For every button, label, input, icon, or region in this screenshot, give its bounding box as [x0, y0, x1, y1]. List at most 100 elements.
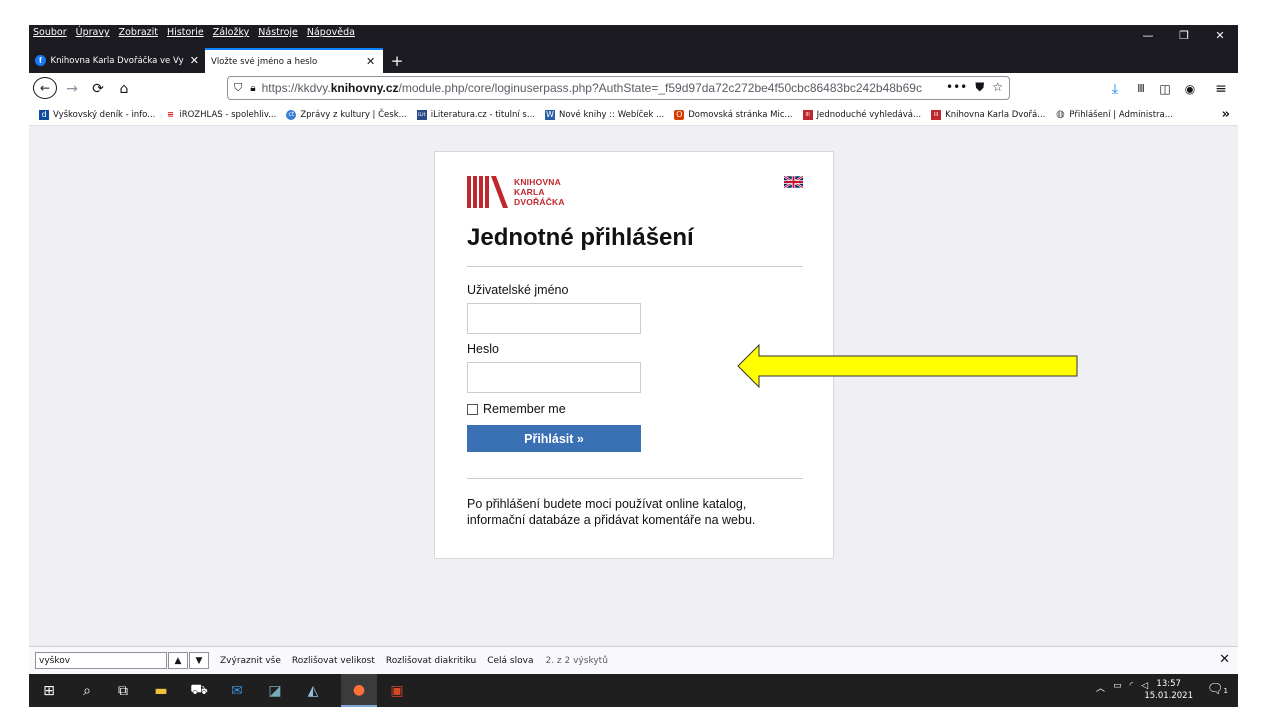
- close-window-button[interactable]: ✕: [1202, 25, 1238, 45]
- menu-zobrazit[interactable]: Zobrazit: [119, 27, 158, 41]
- facebook-icon: f: [35, 55, 46, 66]
- info-text: Po přihlášení budete moci používat onlin…: [467, 497, 756, 527]
- divider: [467, 266, 803, 267]
- irozhlas-icon: ≡: [166, 109, 174, 119]
- knihovna-icon: lll: [802, 109, 813, 120]
- menu-napoveda[interactable]: Nápověda: [307, 27, 355, 41]
- taskbar: ⊞ ⌕ ⧉ ▬ ⛟ ✉ ◪ ◭ ● ▣ ︿ ▭ ◜ ◁ 13:57 15.01.…: [29, 674, 1238, 707]
- pocket-icon[interactable]: ⛊: [975, 80, 984, 95]
- login-button[interactable]: Přihlásit »: [467, 425, 641, 452]
- tracking-shield-icon[interactable]: ⛉: [234, 81, 242, 95]
- menu-upravy[interactable]: Úpravy: [76, 27, 110, 41]
- tab-title: Knihovna Karla Dvořáčka ve Vy: [50, 55, 184, 66]
- tab-login[interactable]: Vložte své jméno a heslo ✕: [205, 48, 383, 73]
- bookmark-item[interactable]: ct Zprávy z kultury | Česk...: [286, 109, 407, 120]
- knihovna-icon: lll: [931, 109, 942, 120]
- search-icon[interactable]: ⌕: [69, 674, 105, 707]
- sidebar-icon[interactable]: ◫: [1155, 77, 1175, 100]
- close-tab-icon[interactable]: ✕: [366, 55, 375, 68]
- bookmark-item[interactable]: d Vyškovský deník - info...: [39, 109, 155, 120]
- downloads-icon[interactable]: ⤓: [1105, 77, 1125, 100]
- bookmark-item[interactable]: lll Jednoduché vyhledává...: [802, 109, 921, 120]
- uk-flag-icon[interactable]: [784, 176, 803, 188]
- bookmark-star-icon[interactable]: ☆: [992, 80, 1003, 95]
- file-explorer-icon[interactable]: ▬: [143, 674, 179, 707]
- account-icon[interactable]: ◉: [1180, 77, 1200, 100]
- system-tray: ︿ ▭ ◜ ◁: [1096, 681, 1148, 694]
- lock-icon[interactable]: 🔒︎: [250, 83, 255, 94]
- bookmark-item[interactable]: lll Knihovna Karla Dvořá...: [931, 109, 1045, 120]
- wifi-icon[interactable]: ◜: [1130, 681, 1134, 694]
- find-previous-button[interactable]: ▲: [168, 652, 188, 669]
- browser-window: Soubor Úpravy Zobrazit Historie Záložky …: [29, 25, 1238, 707]
- mail-icon[interactable]: ✉: [219, 674, 255, 707]
- username-label: Uživatelské jméno: [467, 283, 569, 297]
- iliteratura-icon: iLit: [416, 109, 427, 120]
- yellow-arrow-annotation: [737, 344, 1078, 388]
- bookmark-item[interactable]: ◍ Přihlášení | Administra...: [1055, 109, 1173, 120]
- find-next-button[interactable]: ▼: [189, 652, 209, 669]
- webicek-icon: W: [544, 109, 555, 120]
- remember-me[interactable]: Remember me: [467, 402, 566, 416]
- find-bar: vyškov ▲ ▼ Zvýraznit vše Rozlišovat veli…: [29, 646, 1238, 674]
- page-title: Jednotné přihlášení: [467, 224, 694, 251]
- hamburger-menu-icon[interactable]: ≡: [1211, 77, 1231, 100]
- back-button[interactable]: ←: [33, 77, 57, 99]
- store-icon[interactable]: ⛟: [181, 674, 217, 707]
- battery-icon[interactable]: ▭: [1113, 681, 1122, 694]
- tab-knihovna[interactable]: f Knihovna Karla Dvořáčka ve Vy ✕: [29, 48, 205, 73]
- url-actions: ••• ⛊ ☆: [946, 80, 1003, 95]
- navigation-toolbar: ← → ⟳ ⌂ ⛉ 🔒︎ https://kkdvy.knihovny.cz/m…: [29, 73, 1238, 104]
- bookmarks-overflow-icon[interactable]: »: [1222, 107, 1230, 122]
- whole-words-option[interactable]: Celá slova: [487, 656, 533, 666]
- forward-button[interactable]: →: [61, 77, 83, 100]
- new-tab-button[interactable]: +: [383, 48, 411, 73]
- tab-title: Vložte své jméno a heslo: [211, 56, 318, 67]
- username-field[interactable]: [467, 303, 641, 334]
- window-controls: — ❐ ✕: [1130, 25, 1238, 45]
- find-input[interactable]: vyškov: [35, 652, 167, 669]
- bookmark-item[interactable]: ≡ iROZHLAS - spolehliv...: [165, 110, 276, 120]
- tray-chevron-icon[interactable]: ︿: [1096, 681, 1105, 694]
- match-case-option[interactable]: Rozlišovat velikost: [292, 656, 375, 666]
- minimize-button[interactable]: —: [1130, 25, 1166, 45]
- home-button[interactable]: ⌂: [113, 77, 135, 100]
- find-status: 2. z 2 výskytů: [545, 655, 608, 666]
- menu-historie[interactable]: Historie: [167, 27, 204, 41]
- library-logo-icon: [467, 176, 508, 208]
- highlight-all-option[interactable]: Zvýraznit vše: [220, 656, 281, 666]
- bookmark-item[interactable]: iLit iLiteratura.cz - titulní s...: [416, 109, 535, 120]
- remember-checkbox[interactable]: [467, 403, 478, 415]
- menu-bar: Soubor Úpravy Zobrazit Historie Záložky …: [33, 27, 355, 41]
- bookmark-item[interactable]: W Nové knihy :: Webíček ...: [544, 109, 664, 120]
- menu-soubor[interactable]: Soubor: [33, 27, 67, 41]
- logo-text: KNIHOVNA KARLA DVOŘÁČKA: [514, 177, 565, 207]
- bookmark-item[interactable]: O Domovská stránka Mic...: [674, 109, 793, 120]
- password-field[interactable]: [467, 362, 641, 393]
- remember-label: Remember me: [483, 402, 566, 416]
- url-text[interactable]: https://kkdvy.knihovny.cz/module.php/cor…: [262, 81, 922, 95]
- divider: [467, 478, 803, 479]
- task-view-icon[interactable]: ⧉: [105, 674, 141, 707]
- reload-button[interactable]: ⟳: [87, 77, 109, 100]
- app-icon[interactable]: ◪: [257, 674, 293, 707]
- tab-strip: f Knihovna Karla Dvořáčka ve Vy ✕ Vložte…: [29, 48, 411, 73]
- address-bar[interactable]: ⛉ 🔒︎ https://kkdvy.knihovny.cz/module.ph…: [227, 76, 1010, 100]
- close-find-icon[interactable]: ✕: [1219, 652, 1230, 667]
- match-diacritics-option[interactable]: Rozlišovat diakritiku: [386, 656, 476, 666]
- password-label: Heslo: [467, 342, 499, 356]
- firefox-icon[interactable]: ●: [341, 674, 377, 707]
- menu-nastroje[interactable]: Nástroje: [258, 27, 298, 41]
- more-actions-icon[interactable]: •••: [946, 80, 967, 95]
- restore-button[interactable]: ❐: [1166, 25, 1202, 45]
- clock[interactable]: 13:57 15.01.2021: [1144, 678, 1193, 702]
- notification-center-icon[interactable]: 🗨︎1: [1207, 682, 1228, 697]
- menu-zalozky[interactable]: Záložky: [213, 27, 250, 41]
- close-tab-icon[interactable]: ✕: [190, 54, 199, 67]
- library-icon[interactable]: Ⅲ: [1131, 77, 1151, 100]
- app-icon[interactable]: ◭: [295, 674, 331, 707]
- powerpoint-icon[interactable]: ▣: [379, 674, 415, 707]
- bookmarks-toolbar: d Vyškovský deník - info... ≡ iROZHLAS - s…: [29, 104, 1238, 126]
- ct-icon: ct: [286, 109, 297, 120]
- start-windows-icon[interactable]: ⊞: [31, 674, 67, 707]
